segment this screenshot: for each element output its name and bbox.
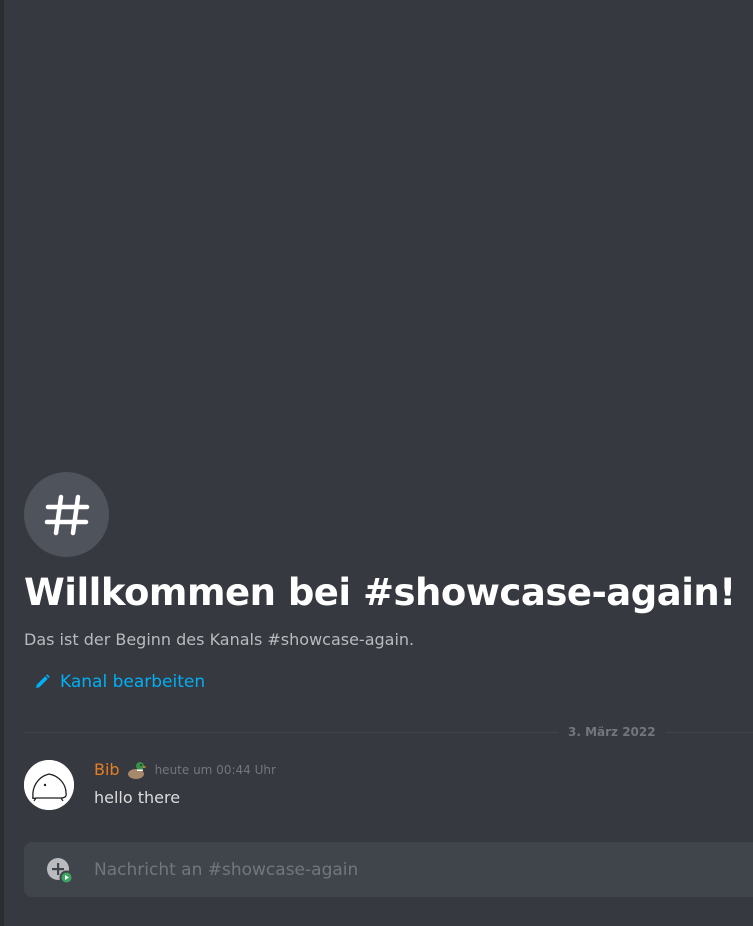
avatar[interactable]	[24, 760, 74, 810]
duck-emoji-icon	[125, 759, 147, 781]
pencil-icon	[33, 673, 51, 691]
channel-hash-icon	[24, 472, 109, 557]
message-text: hello there	[94, 788, 181, 807]
edit-channel-label[interactable]: Kanal bearbeiten	[60, 670, 205, 694]
message-composer	[24, 842, 753, 897]
avatar-image	[24, 760, 74, 810]
left-edge-border	[0, 0, 4, 926]
date-divider-label: 3. März 2022	[558, 724, 666, 740]
welcome-subtitle: Das ist der Beginn des Kanals #showcase-…	[24, 630, 415, 649]
hash-icon	[44, 494, 89, 535]
message-timestamp: heute um 00:44 Uhr	[154, 763, 276, 777]
message-header: Bib heute um 00:44 Uhr	[94, 758, 276, 782]
welcome-title: Willkommen bei #showcase-again!	[24, 571, 736, 614]
message-author[interactable]: Bib	[94, 758, 120, 782]
message-input[interactable]	[94, 856, 734, 884]
edit-channel-link[interactable]: Kanal bearbeiten	[33, 670, 205, 694]
add-attachment-icon[interactable]	[45, 856, 75, 886]
